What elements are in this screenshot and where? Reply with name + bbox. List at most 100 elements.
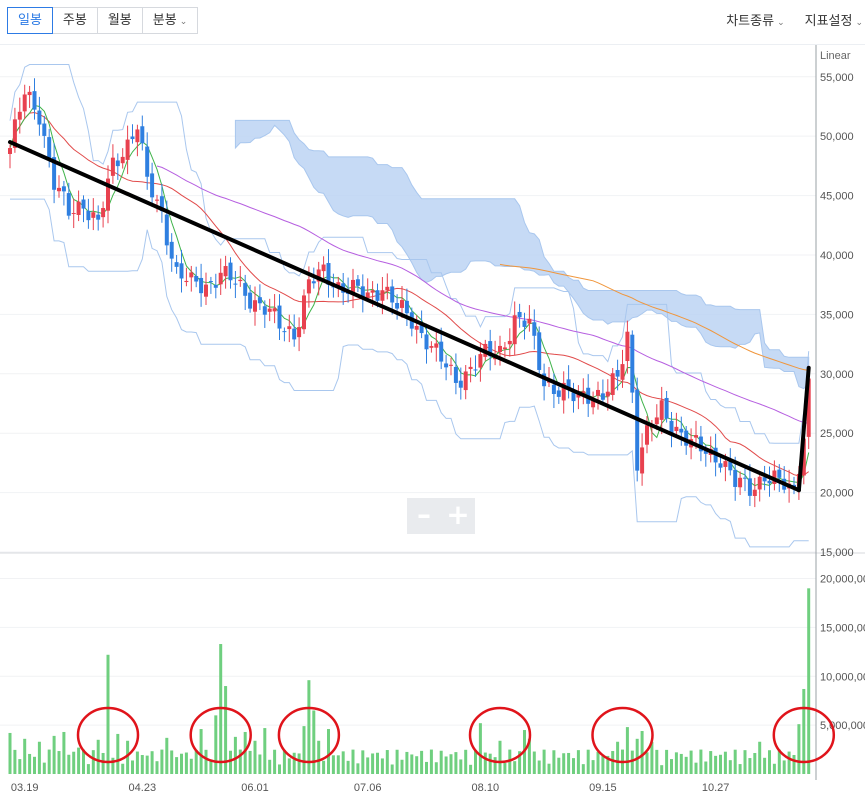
volume-bar bbox=[611, 751, 615, 774]
volume-bar bbox=[439, 750, 443, 774]
volume-bar bbox=[459, 759, 463, 774]
volume-bar bbox=[145, 755, 149, 774]
volume-bar bbox=[454, 752, 458, 774]
volume-bar bbox=[665, 749, 669, 774]
candle-body bbox=[385, 286, 390, 291]
volume-bar bbox=[469, 764, 473, 774]
candle-body bbox=[439, 341, 444, 362]
zoom-in-button[interactable]: + bbox=[441, 498, 475, 534]
volume-bar bbox=[273, 749, 277, 774]
candle-body bbox=[213, 284, 218, 288]
stock-chart[interactable]: Linear 55,000 50,000 45,000 40,000 35,000 30,0… bbox=[0, 45, 865, 811]
volume-bar bbox=[679, 753, 683, 774]
candle-body bbox=[101, 208, 106, 218]
candle-body bbox=[502, 347, 507, 350]
volume-bar bbox=[160, 749, 164, 774]
volume-bar bbox=[385, 750, 389, 774]
volume-bar bbox=[8, 732, 12, 774]
volume-bar bbox=[645, 752, 649, 774]
candle-body bbox=[130, 136, 135, 140]
volume-bar bbox=[591, 760, 595, 774]
volume-bar bbox=[199, 729, 203, 774]
volume-bar bbox=[429, 749, 433, 774]
candle-body bbox=[57, 187, 61, 192]
candle-body bbox=[135, 129, 140, 143]
volume-bar bbox=[91, 750, 95, 774]
candle-body bbox=[199, 277, 204, 294]
candle-body bbox=[228, 262, 233, 281]
candle-body bbox=[155, 199, 159, 201]
volume-bar bbox=[709, 751, 713, 774]
candle-body bbox=[659, 400, 664, 420]
candle-body bbox=[390, 286, 395, 303]
candle-body bbox=[596, 389, 600, 396]
candle-body bbox=[169, 241, 174, 259]
zoom-out-button[interactable]: – bbox=[407, 498, 441, 534]
tab-minute[interactable]: 분봉 ⌄ bbox=[141, 7, 199, 34]
volume-bar bbox=[327, 729, 330, 774]
candle-body bbox=[86, 210, 91, 221]
volume-bar bbox=[229, 750, 232, 774]
volume-tick-label: 10,000,000 bbox=[820, 671, 865, 683]
volume-bar bbox=[189, 758, 193, 774]
volume-bar bbox=[562, 753, 566, 774]
volume-bar bbox=[415, 756, 419, 774]
candle-body bbox=[218, 272, 223, 285]
candle-body bbox=[527, 318, 532, 324]
indicator-settings-dropdown[interactable]: 지표설정 ⌄ bbox=[805, 10, 863, 29]
tab-weekly[interactable]: 주봉 bbox=[51, 7, 98, 34]
volume-bar bbox=[807, 588, 811, 774]
candle-body bbox=[321, 264, 326, 272]
candle-body bbox=[610, 373, 615, 395]
price-tick-label: 40,000 bbox=[820, 250, 854, 262]
candle-body bbox=[355, 279, 360, 286]
zoom-controls: – + bbox=[407, 498, 475, 534]
candle-body bbox=[179, 263, 184, 279]
candle-body bbox=[615, 370, 620, 377]
volume-bar bbox=[331, 755, 335, 774]
period-tabs: 일봉 주봉 월봉 분봉 ⌄ bbox=[7, 7, 199, 34]
tab-monthly[interactable]: 월봉 bbox=[96, 7, 143, 34]
volume-bar bbox=[400, 759, 404, 774]
volume-bar bbox=[768, 750, 771, 774]
volume-bar bbox=[552, 750, 556, 774]
candle-body bbox=[208, 281, 213, 283]
chart-type-dropdown[interactable]: 차트종류 ⌄ bbox=[726, 10, 784, 29]
candle-body bbox=[81, 199, 86, 209]
volume-bar bbox=[312, 710, 316, 774]
volume-bar bbox=[689, 750, 693, 774]
candle-body bbox=[71, 213, 76, 215]
volume-bar bbox=[214, 715, 218, 774]
volume-bar bbox=[674, 752, 678, 774]
tab-daily[interactable]: 일봉 bbox=[7, 7, 53, 34]
volume-bar bbox=[782, 760, 786, 774]
candle-body bbox=[654, 417, 659, 425]
volume-bar bbox=[444, 756, 448, 774]
volume-bar bbox=[728, 760, 732, 774]
volume-bar bbox=[640, 731, 644, 774]
volume-bar bbox=[581, 764, 585, 774]
volume-bar bbox=[547, 763, 551, 774]
candle-body bbox=[306, 279, 311, 294]
candle-body bbox=[473, 369, 478, 371]
volume-bar bbox=[13, 749, 17, 774]
candle-body bbox=[630, 334, 635, 393]
volume-bar bbox=[513, 761, 517, 774]
volume-bar bbox=[170, 750, 174, 774]
volume-bar bbox=[361, 750, 365, 774]
volume-bar bbox=[62, 731, 66, 774]
candle-body bbox=[733, 469, 738, 487]
volume-bar bbox=[380, 758, 384, 774]
candle-body bbox=[400, 300, 404, 308]
volume-bar bbox=[792, 754, 796, 774]
volume-bar bbox=[733, 749, 737, 774]
date-axis: 03.19 04.23 06.01 07.06 08.10 09.15 10.27 bbox=[11, 782, 729, 794]
candle-body bbox=[532, 322, 537, 336]
candle-body bbox=[434, 343, 439, 348]
volume-bar bbox=[77, 747, 81, 774]
candle-body bbox=[22, 94, 27, 112]
candle-body bbox=[625, 331, 630, 362]
volume-bar bbox=[420, 750, 424, 774]
volume-bar bbox=[434, 762, 438, 774]
volume-bar bbox=[425, 761, 428, 774]
